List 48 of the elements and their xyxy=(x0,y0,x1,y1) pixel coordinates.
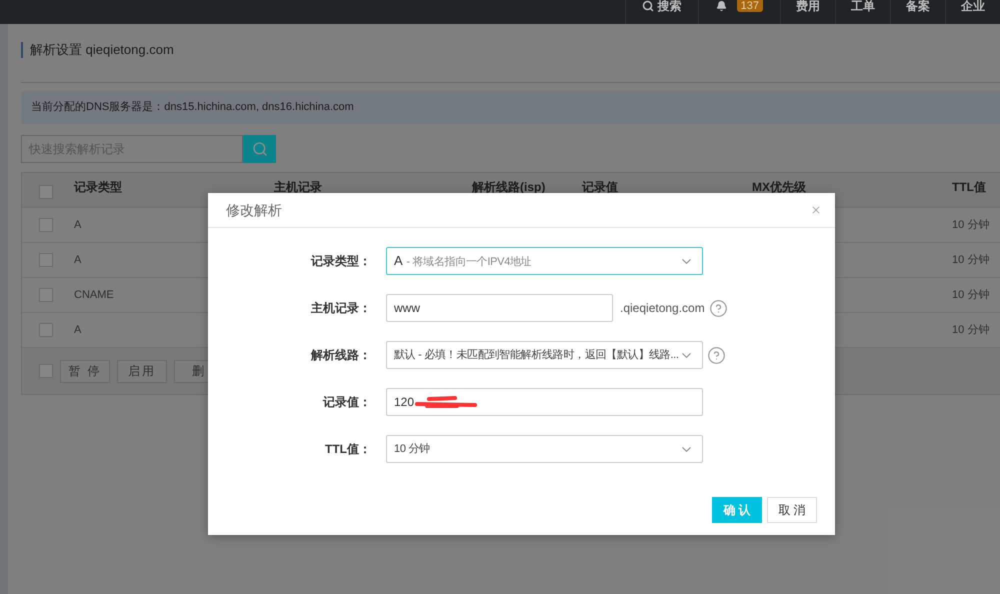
checkbox[interactable] xyxy=(39,323,53,337)
column-header: 主机记录 xyxy=(274,181,322,193)
checkbox[interactable] xyxy=(39,288,53,302)
dns-notice: 当前分配的DNS服务器是：dns15.hichina.com, dns16.hichina.com xyxy=(21,91,1000,124)
table-cell-text: A xyxy=(74,218,82,233)
search-icon xyxy=(252,141,268,157)
domain-suffix: .qieqietong.com xyxy=(620,300,705,317)
search-icon xyxy=(642,0,654,12)
field-label: 主机记录： xyxy=(310,300,371,317)
help-icon[interactable] xyxy=(708,346,725,364)
select-field[interactable]: 10 分钟 xyxy=(386,435,703,463)
notification-count: 137 xyxy=(736,0,763,12)
column-header: 解析线路(isp) xyxy=(472,181,546,193)
field-label: 记录类型： xyxy=(310,253,371,270)
nav-link[interactable]: 企业 xyxy=(945,0,1000,24)
search-link[interactable]: 搜索 xyxy=(624,0,698,24)
checkbox[interactable] xyxy=(39,185,53,199)
checkbox[interactable] xyxy=(39,364,53,378)
select-field[interactable]: 默认 - 必填！未匹配到智能解析线路时，返回【默认】线路... xyxy=(386,341,703,369)
table-cell-text: 10 分钟 xyxy=(952,322,990,338)
page-title: 解析设置 qieqietong.com xyxy=(21,42,1000,58)
nav-link[interactable]: 工单 xyxy=(835,0,890,24)
checkbox[interactable] xyxy=(39,218,53,232)
input-field[interactable]: 120 xyxy=(386,388,703,416)
table-cell-text: 10 分钟 xyxy=(952,288,990,303)
select-field[interactable]: A - 将域名指向一个IPV4地址 xyxy=(386,247,703,275)
search-button[interactable] xyxy=(243,135,276,163)
nav-link[interactable]: 费用 xyxy=(780,0,835,24)
column-header: MX优先级 xyxy=(752,181,806,193)
table-cell-text: 10 分钟 xyxy=(952,218,990,233)
column-header: 记录类型 xyxy=(74,181,122,193)
column-header: 记录值 xyxy=(582,181,618,193)
cancel-button[interactable]: 取 消 xyxy=(767,497,817,523)
help-icon[interactable] xyxy=(710,300,727,316)
bell-icon xyxy=(716,0,727,12)
table-cell-text: 10 分钟 xyxy=(952,252,990,268)
table-cell-text: A xyxy=(74,322,82,338)
field-label: 解析线路： xyxy=(310,347,371,364)
field-label: TTL值： xyxy=(324,441,371,458)
column-header: TTL值 xyxy=(952,181,986,193)
table-cell-text: A xyxy=(74,252,82,268)
close-icon xyxy=(810,204,822,216)
table-cell-text: CNAME xyxy=(74,288,114,303)
field-label: 记录值： xyxy=(322,394,371,411)
input-field[interactable]: www xyxy=(386,294,613,322)
checkbox[interactable] xyxy=(39,253,53,267)
dialog-title: 修改解析 xyxy=(226,200,282,220)
close-button[interactable] xyxy=(810,204,822,216)
